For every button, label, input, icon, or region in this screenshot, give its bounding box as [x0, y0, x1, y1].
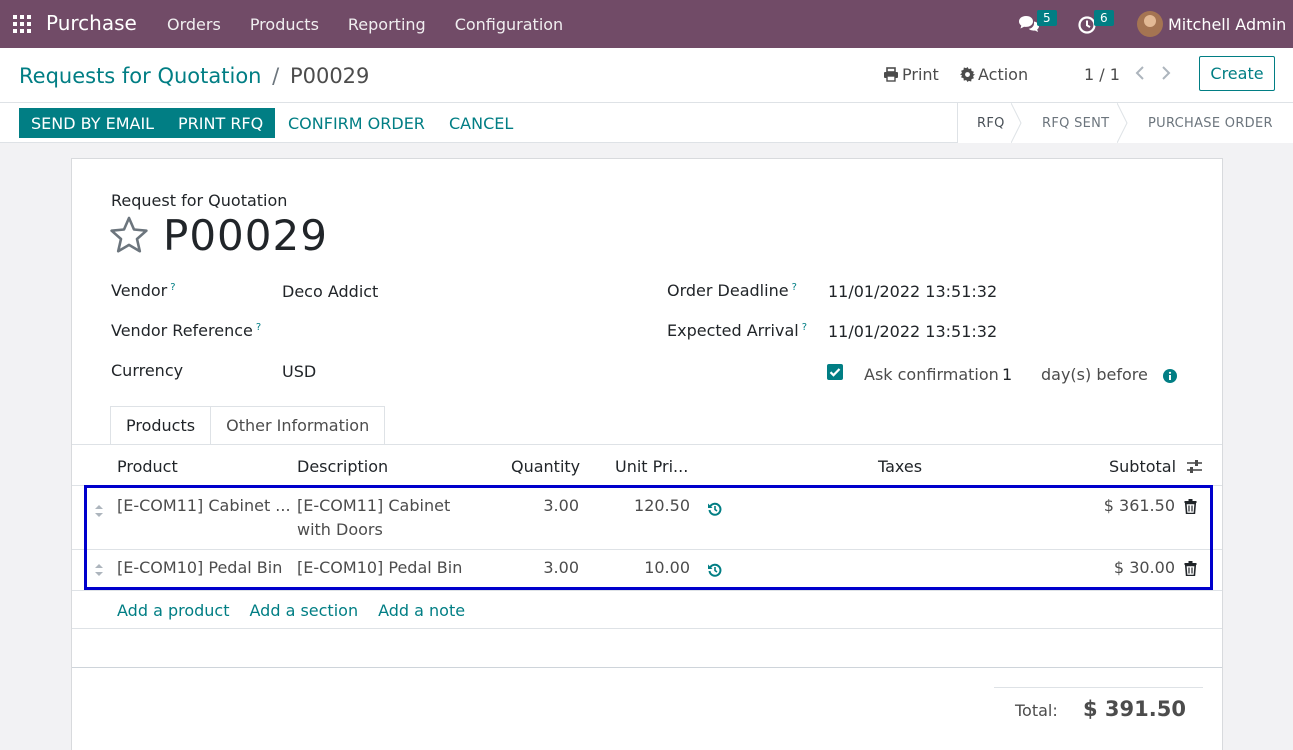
- stage-chevron-icon: [1011, 103, 1022, 143]
- app-name[interactable]: Purchase: [46, 11, 137, 35]
- activities-badge: 6: [1094, 10, 1114, 26]
- ask-confirmation-label: Ask confirmation: [864, 365, 999, 384]
- info-icon[interactable]: [1163, 369, 1177, 383]
- stage-purchase-order[interactable]: PURCHASE ORDER: [1127, 103, 1293, 143]
- menu-orders[interactable]: Orders: [167, 15, 221, 34]
- form-sheet: Request for Quotation P00029 Vendor? Dec…: [71, 158, 1223, 750]
- stage-purchase-order-label: PURCHASE ORDER: [1148, 115, 1273, 131]
- stage-chevron-icon: [1117, 103, 1128, 143]
- add-note-link[interactable]: Add a note: [378, 601, 465, 620]
- breadcrumb: Requests for Quotation / P00029: [19, 64, 369, 88]
- days-before-label: day(s) before: [1041, 365, 1148, 384]
- col-subtotal[interactable]: Subtotal: [1109, 457, 1176, 476]
- printer-icon: [884, 67, 898, 82]
- pager-value[interactable]: 1 / 1: [1084, 65, 1120, 84]
- optional-columns-icon[interactable]: [1186, 459, 1203, 474]
- star-icon[interactable]: [109, 215, 149, 255]
- stage-rfq-sent-label: RFQ SENT: [1042, 115, 1110, 131]
- user-menu[interactable]: Mitchell Admin: [1168, 15, 1286, 34]
- currency-field[interactable]: USD: [282, 362, 316, 381]
- gear-icon: [960, 67, 975, 82]
- expected-arrival-field[interactable]: 11/01/2022 13:51:32: [828, 322, 997, 341]
- col-description[interactable]: Description: [297, 457, 388, 476]
- main-menu: Orders Products Reporting Configuration: [167, 15, 592, 34]
- print-dropdown[interactable]: Print: [883, 65, 939, 84]
- apps-grid-icon[interactable]: [13, 15, 31, 33]
- document-type-label: Request for Quotation: [111, 191, 288, 210]
- stage-rfq-label: RFQ: [977, 115, 1005, 131]
- vendor-field[interactable]: Deco Addict: [282, 282, 378, 301]
- breadcrumb-parent[interactable]: Requests for Quotation: [19, 64, 261, 88]
- confirm-order-button[interactable]: CONFIRM ORDER: [276, 108, 437, 138]
- action-dropdown[interactable]: Action: [960, 65, 1028, 84]
- section-divider: [72, 667, 1222, 668]
- print-rfq-button[interactable]: PRINT RFQ: [166, 108, 276, 138]
- menu-reporting[interactable]: Reporting: [348, 15, 426, 34]
- vendor-reference-label: Vendor Reference?: [111, 321, 262, 340]
- action-label: Action: [978, 65, 1029, 84]
- pager-prev-icon[interactable]: [1133, 65, 1147, 81]
- currency-label: Currency: [111, 361, 184, 380]
- stage-rfq-sent[interactable]: RFQ SENT: [1021, 103, 1128, 143]
- status-stages: RFQ RFQ SENT PURCHASE ORDER: [957, 103, 1293, 143]
- col-taxes[interactable]: Taxes: [878, 457, 922, 476]
- menu-products[interactable]: Products: [250, 15, 319, 34]
- col-unit-price[interactable]: Unit Pri...: [615, 457, 688, 476]
- notebook-tabs: Products Other Information: [110, 406, 386, 445]
- cancel-button[interactable]: CANCEL: [437, 108, 525, 138]
- ask-confirmation-checkbox[interactable]: [827, 364, 843, 380]
- order-deadline-field[interactable]: 11/01/2022 13:51:32: [828, 282, 997, 301]
- total-amount: $ 391.50: [1083, 697, 1186, 721]
- vendor-reference-field[interactable]: [282, 322, 582, 344]
- help-tooltip-icon[interactable]: ?: [792, 282, 797, 293]
- send-by-email-button[interactable]: SEND BY EMAIL: [19, 108, 167, 138]
- add-section-link[interactable]: Add a section: [250, 601, 359, 620]
- tab-products[interactable]: Products: [110, 406, 212, 445]
- pager-next-icon[interactable]: [1159, 65, 1173, 81]
- messages-badge: 5: [1037, 10, 1057, 26]
- print-label: Print: [902, 65, 939, 84]
- control-panel: Requests for Quotation / P00029 Print Ac…: [0, 48, 1293, 103]
- order-lines-header: Product Description Quantity Unit Pri...…: [72, 445, 1222, 485]
- table-bottom-divider: [72, 628, 1222, 629]
- stage-rfq[interactable]: RFQ: [958, 103, 1022, 143]
- ask-confirmation-days-input[interactable]: 1: [1002, 365, 1012, 384]
- add-product-link[interactable]: Add a product: [117, 601, 230, 620]
- checkmark-icon: [829, 368, 841, 377]
- expected-arrival-label: Expected Arrival?: [667, 321, 808, 340]
- tab-other-information[interactable]: Other Information: [211, 406, 386, 445]
- order-reference: P00029: [163, 211, 328, 260]
- help-tooltip-icon[interactable]: ?: [170, 282, 175, 293]
- order-deadline-label: Order Deadline?: [667, 281, 797, 300]
- breadcrumb-separator: /: [272, 64, 280, 88]
- help-tooltip-icon[interactable]: ?: [256, 322, 261, 333]
- vendor-label: Vendor?: [111, 281, 176, 300]
- row-divider: [72, 590, 1222, 591]
- top-navbar: Purchase Orders Products Reporting Confi…: [0, 0, 1293, 48]
- breadcrumb-current: P00029: [289, 64, 370, 88]
- add-line-links: Add a product Add a section Add a note: [117, 601, 485, 620]
- create-button[interactable]: Create: [1199, 56, 1275, 91]
- selection-highlight: [84, 485, 1213, 590]
- user-avatar[interactable]: [1137, 11, 1163, 37]
- total-label: Total:: [1015, 701, 1058, 720]
- col-product[interactable]: Product: [117, 457, 178, 476]
- total-divider: [994, 687, 1203, 688]
- status-bar: SEND BY EMAIL PRINT RFQ CONFIRM ORDER CA…: [0, 103, 1293, 143]
- help-tooltip-icon[interactable]: ?: [802, 322, 807, 333]
- col-quantity[interactable]: Quantity: [511, 457, 580, 476]
- menu-configuration[interactable]: Configuration: [455, 15, 564, 34]
